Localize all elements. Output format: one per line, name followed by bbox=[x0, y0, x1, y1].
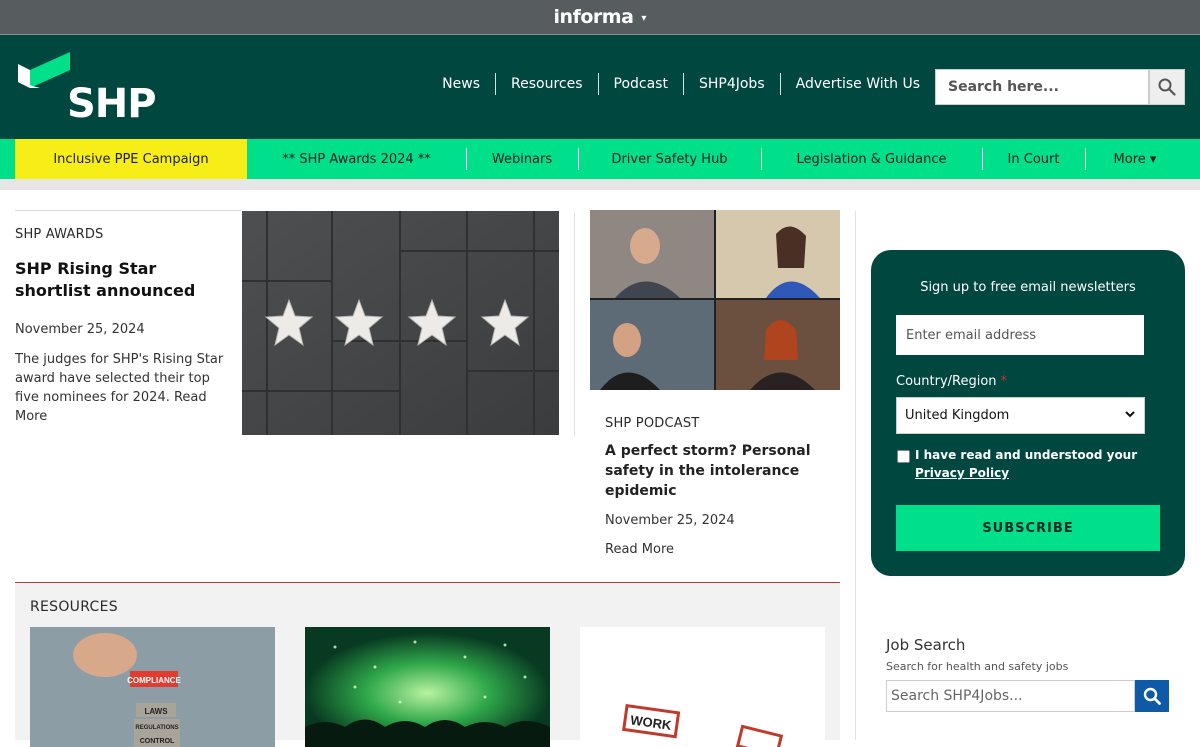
job-search-button[interactable] bbox=[1135, 680, 1169, 712]
logo-text[interactable]: SHP bbox=[67, 81, 157, 127]
subnav-legislation[interactable]: Legislation & Guidance bbox=[761, 139, 982, 179]
nav-podcast[interactable]: Podcast bbox=[597, 73, 683, 95]
job-search-subtitle: Search for health and safety jobs bbox=[886, 660, 1069, 673]
required-mark: * bbox=[1000, 374, 1008, 389]
nav-shp4jobs[interactable]: SHP4Jobs bbox=[682, 73, 780, 95]
country-select-value: United Kingdom bbox=[905, 408, 1010, 423]
article-title[interactable]: A perfect storm? Personal safety in the … bbox=[605, 441, 820, 501]
consent-text: I have read and understood your Privacy … bbox=[915, 446, 1155, 482]
divider bbox=[15, 210, 242, 211]
svg-text:COMPLIANCE: COMPLIANCE bbox=[127, 676, 181, 685]
informa-brand[interactable]: informa bbox=[554, 6, 634, 28]
informa-bar: informa ▾ bbox=[0, 0, 1200, 35]
column-divider bbox=[574, 211, 575, 436]
search-input[interactable] bbox=[935, 69, 1149, 105]
svg-text:CONTROL: CONTROL bbox=[140, 738, 175, 745]
svg-text:REGULATIONS: REGULATIONS bbox=[135, 725, 178, 731]
resource-card-work[interactable]: WORK bbox=[580, 627, 825, 747]
country-label-text: Country/Region bbox=[896, 374, 997, 389]
subnav-driver-safety[interactable]: Driver Safety Hub bbox=[578, 139, 761, 179]
main-nav: News Resources Podcast SHP4Jobs Advertis… bbox=[427, 73, 935, 95]
resource-card-compliance[interactable]: COMPLIANCE LAWS REGULATIONS CONTROL bbox=[30, 627, 275, 747]
section-title: RESOURCES bbox=[30, 599, 118, 615]
subnav-webinars[interactable]: Webinars bbox=[466, 139, 578, 179]
svg-text:LAWS: LAWS bbox=[144, 707, 168, 716]
subnav-in-court[interactable]: In Court bbox=[982, 139, 1085, 179]
search-icon bbox=[1158, 78, 1176, 96]
nav-news[interactable]: News bbox=[427, 73, 495, 95]
job-search-title: Job Search bbox=[886, 636, 966, 654]
subscribe-button[interactable]: SUBSCRIBE bbox=[896, 505, 1160, 551]
site-header: SHP News Resources Podcast SHP4Jobs Adve… bbox=[0, 35, 1200, 139]
chevron-down-icon[interactable]: ▾ bbox=[641, 13, 646, 24]
read-more-link[interactable]: Read More bbox=[605, 542, 674, 557]
article-category[interactable]: SHP PODCAST bbox=[605, 416, 699, 431]
job-search-input[interactable] bbox=[886, 680, 1135, 712]
chevron-down-icon bbox=[1125, 411, 1135, 418]
nav-advertise[interactable]: Advertise With Us bbox=[779, 73, 935, 95]
nav-resources[interactable]: Resources bbox=[495, 73, 598, 95]
resources-section: RESOURCES COMPLIANCE LAWS REGULATIONS CO… bbox=[15, 582, 840, 747]
search-button[interactable] bbox=[1149, 69, 1185, 105]
article-date: November 25, 2024 bbox=[605, 513, 735, 528]
newsletter-title: Sign up to free email newsletters bbox=[920, 280, 1136, 295]
site-search bbox=[935, 69, 1185, 105]
subnav-inclusive-ppe[interactable]: Inclusive PPE Campaign bbox=[15, 139, 247, 179]
privacy-checkbox[interactable] bbox=[897, 450, 910, 463]
sub-nav: Inclusive PPE Campaign ** SHP Awards 202… bbox=[0, 139, 1200, 179]
podcast-video-call-image[interactable] bbox=[590, 210, 840, 390]
subnav-more[interactable]: More ▾ bbox=[1085, 139, 1185, 179]
country-select[interactable]: United Kingdom bbox=[896, 397, 1145, 434]
search-icon bbox=[1143, 687, 1161, 705]
resource-card-concert[interactable] bbox=[305, 627, 550, 747]
newsletter-signup: Sign up to free email newsletters Countr… bbox=[871, 250, 1185, 576]
consent-label: I have read and understood your bbox=[915, 448, 1138, 462]
article-title[interactable]: SHP Rising Star shortlist announced bbox=[15, 258, 225, 302]
article-category[interactable]: SHP AWARDS bbox=[15, 227, 104, 242]
sidebar-divider bbox=[855, 211, 856, 740]
privacy-policy-link[interactable]: Privacy Policy bbox=[915, 466, 1009, 480]
stars-image[interactable] bbox=[242, 211, 559, 435]
email-field[interactable] bbox=[896, 315, 1144, 355]
article-date: November 25, 2024 bbox=[15, 322, 145, 337]
subnav-shp-awards[interactable]: ** SHP Awards 2024 ** bbox=[247, 139, 466, 179]
country-label: Country/Region * bbox=[896, 374, 1007, 389]
article-excerpt[interactable]: The judges for SHP's Rising Star award h… bbox=[15, 350, 230, 426]
divider-bar bbox=[0, 179, 1200, 190]
